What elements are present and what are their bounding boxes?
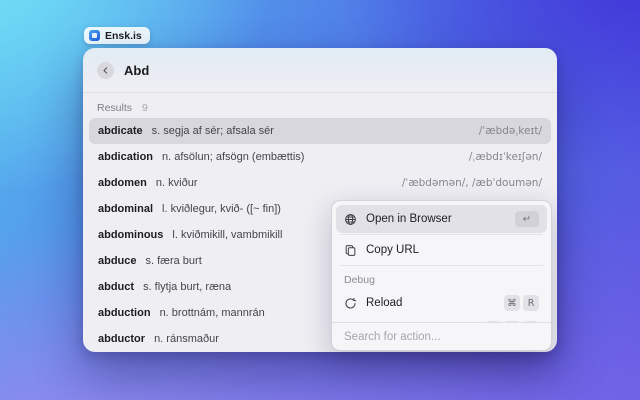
shortcut-keys: ⌘ R xyxy=(504,295,539,311)
menu-item-copy-url[interactable]: Copy URL xyxy=(336,236,547,264)
debug-section-label: Debug xyxy=(344,274,375,286)
result-word: abdicate xyxy=(98,125,143,137)
result-definition: s. segja af sér; afsala sér xyxy=(151,125,274,137)
reload-icon xyxy=(344,297,357,310)
search-query[interactable]: Abd xyxy=(124,63,149,78)
result-definition: n. afsölun; afsögn (embættis) xyxy=(162,151,305,163)
chevron-left-icon xyxy=(101,66,110,75)
menu-separator xyxy=(340,234,543,235)
menu-item-reload[interactable]: Reload ⌘ R xyxy=(336,290,547,316)
return-key-badge: ↵ xyxy=(515,211,539,227)
menu-separator xyxy=(340,265,543,266)
menu-item-label: Open in Browser xyxy=(366,213,452,225)
result-phonetic: /ˌæbdɪˈkeɪʃən/ xyxy=(468,151,542,163)
result-row-abdication[interactable]: abdication n. afsölun; afsögn (embættis)… xyxy=(89,144,551,170)
action-search-placeholder: Search for action... xyxy=(344,330,441,343)
window-header: Abd xyxy=(83,48,557,93)
results-count: 9 xyxy=(142,102,148,114)
result-word: abduction xyxy=(98,307,151,319)
result-word: abdominous xyxy=(98,229,164,241)
back-button[interactable] xyxy=(97,61,114,79)
result-word: abduce xyxy=(98,255,137,267)
result-row-abdomen[interactable]: abdomen n. kviður /ˈæbdəmən/, /æbˈdoumən… xyxy=(89,170,551,196)
action-menu: Open in Browser ↵ Copy URL Debug Reload … xyxy=(331,200,552,351)
menu-item-label: Copy URL xyxy=(366,244,420,256)
results-header: Results 9 xyxy=(83,93,557,118)
menu-item-open-in-browser[interactable]: Open in Browser ↵ xyxy=(336,205,547,233)
result-phonetic: /ˈæbdəˌkeɪt/ xyxy=(478,125,542,137)
result-phonetic: /ˈæbdəmən/, /æbˈdoumən/ xyxy=(401,177,542,189)
result-word: abdominal xyxy=(98,203,154,215)
cmd-key: ⌘ xyxy=(504,295,520,311)
app-name: Ensk.is xyxy=(105,29,142,42)
copy-icon xyxy=(344,244,357,257)
result-word: abdication xyxy=(98,151,154,163)
ensk-app-icon xyxy=(89,30,100,41)
action-menu-items: Open in Browser ↵ Copy URL Debug Reload … xyxy=(332,201,551,324)
menu-item-label: Reload xyxy=(366,297,403,309)
launcher-pill[interactable]: Ensk.is xyxy=(84,27,150,44)
globe-icon xyxy=(344,213,357,226)
action-search-bar[interactable]: Search for action... xyxy=(332,322,551,350)
r-key: R xyxy=(523,295,539,311)
results-section-label: Results xyxy=(97,102,133,114)
result-definition: n. kviður xyxy=(155,177,198,189)
result-word: abductor xyxy=(98,333,146,345)
result-row-abdicate[interactable]: abdicate s. segja af sér; afsala sér /ˈæ… xyxy=(89,118,551,144)
result-word: abduct xyxy=(98,281,135,293)
result-word: abdomen xyxy=(98,177,147,189)
